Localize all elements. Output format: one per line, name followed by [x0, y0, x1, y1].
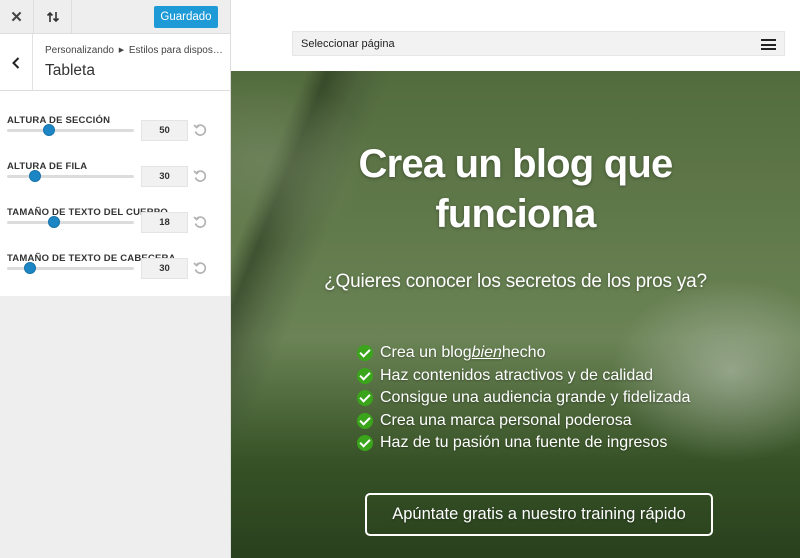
benefits-list: Crea un blog bien hecho Haz contenidos a…: [357, 342, 690, 455]
list-item-text: Crea una marca personal poderosa: [380, 411, 632, 429]
hero-title-line1: Crea un blog que: [358, 142, 674, 186]
slider-thumb[interactable]: [28, 170, 41, 182]
check-circle-icon: [357, 435, 373, 452]
list-item-text: Haz de tu pasión una fuente de ingresos: [380, 434, 668, 452]
section-header: Personalizando ▶ Estilos para dispos… Ta…: [0, 34, 230, 91]
list-item-text-pre: Crea un blog: [380, 344, 472, 362]
control-header-text-size: TAMAÑO DE TEXTO DE CABECERA 30: [0, 230, 230, 279]
slider-track[interactable]: [7, 221, 134, 224]
close-icon: ✕: [10, 9, 23, 26]
slider-track[interactable]: [7, 129, 134, 132]
list-item-text-post: hecho: [501, 344, 546, 362]
section-title: Tableta: [45, 62, 95, 79]
breadcrumb: Personalizando ▶ Estilos para dispos…: [45, 45, 223, 56]
list-item-text-emph: bien: [471, 344, 502, 362]
hero-section: Crea un blog que funciona ¿Quieres conoc…: [231, 71, 800, 558]
hero-subtitle: ¿Quieres conocer los secretos de los pro…: [324, 271, 707, 292]
control-body-text-size: TAMAÑO DE TEXTO DEL CUERPO 18: [0, 184, 230, 233]
page-selector-label: Seleccionar página: [301, 38, 395, 50]
hero-title: Crea un blog que funciona: [231, 139, 800, 239]
check-circle-icon: [357, 412, 373, 429]
check-circle-icon: [357, 390, 373, 407]
list-item: Consigue una audiencia grande y fideliza…: [357, 387, 690, 410]
page-selector[interactable]: Seleccionar página: [292, 31, 785, 56]
check-circle-icon: [357, 367, 373, 384]
slider-thumb[interactable]: [23, 262, 36, 274]
back-button[interactable]: [0, 34, 33, 91]
list-item: Haz de tu pasión una fuente de ingresos: [357, 432, 690, 455]
list-item: Crea un blog bien hecho: [357, 342, 690, 365]
list-item-text: Haz contenidos atractivos y de calidad: [380, 366, 654, 384]
caret-right-icon: ▶: [118, 47, 125, 54]
hamburger-menu-icon[interactable]: [761, 39, 776, 50]
check-circle-icon: [357, 345, 373, 362]
customizer-topbar: ✕ Guardado: [0, 0, 230, 34]
value-input[interactable]: 30: [141, 258, 188, 279]
close-button[interactable]: ✕: [0, 0, 34, 34]
hero-title-line2: funciona: [435, 192, 596, 236]
reset-icon[interactable]: [193, 261, 207, 275]
control-label: ALTURA DE FILA: [7, 161, 88, 172]
controls-panel: ALTURA DE SECCIÓN 50 ALTURA DE FILA 30 TAMAÑ…: [0, 91, 230, 296]
slider-track[interactable]: [7, 175, 134, 178]
breadcrumb-parent: Estilos para dispos…: [128, 45, 223, 56]
list-item: Crea una marca personal poderosa: [357, 410, 690, 433]
reset-icon[interactable]: [193, 215, 207, 229]
breadcrumb-root: Personalizando: [45, 45, 114, 56]
slider-thumb[interactable]: [42, 124, 55, 136]
slider-thumb[interactable]: [47, 216, 60, 228]
list-item-text: Consigue una audiencia grande y fideliza…: [380, 389, 691, 407]
site-preview: Seleccionar página Crea un blog que func…: [231, 0, 800, 558]
saved-button[interactable]: Guardado: [154, 6, 218, 28]
reset-icon[interactable]: [193, 169, 207, 183]
control-label: ALTURA DE SECCIÓN: [7, 115, 111, 126]
list-item: Haz contenidos atractivos y de calidad: [357, 365, 690, 388]
cta-button[interactable]: Apúntate gratis a nuestro training rápid…: [365, 493, 713, 536]
customizer-sidebar: ✕ Guardado Personalizando ▶ Estilos para…: [0, 0, 231, 558]
device-toggle-button[interactable]: [34, 0, 72, 34]
control-section-height: ALTURA DE SECCIÓN 50: [0, 92, 230, 141]
control-row-height: ALTURA DE FILA 30: [0, 138, 230, 187]
reset-icon[interactable]: [193, 123, 207, 137]
sort-arrows-icon: [46, 11, 59, 23]
chevron-left-icon: [12, 56, 20, 69]
